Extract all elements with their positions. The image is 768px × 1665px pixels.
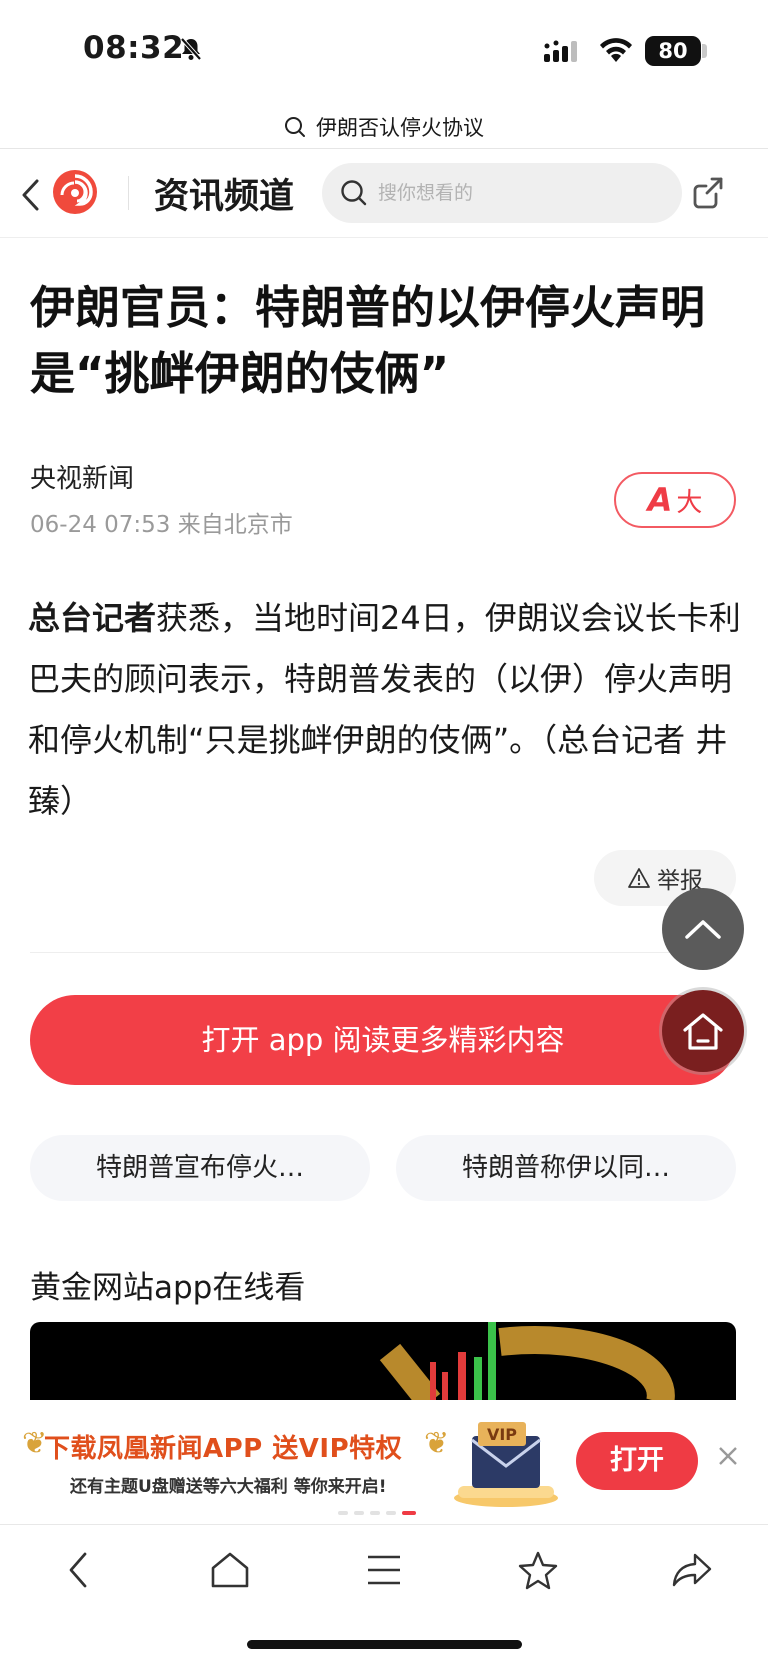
search-icon [341, 180, 367, 206]
chevron-up-icon [685, 920, 721, 939]
warning-icon [628, 868, 650, 888]
search-box[interactable] [322, 163, 682, 223]
font-size-button[interactable]: A 大 [614, 472, 736, 528]
vip-badge-text: VIP [487, 1425, 517, 1444]
vip-envelope-icon: VIP [450, 1418, 562, 1508]
share-icon[interactable] [690, 174, 728, 216]
open-app-button[interactable]: 打开 app 阅读更多精彩内容 [30, 995, 736, 1085]
carousel-dot [370, 1511, 380, 1515]
divider [0, 237, 768, 238]
scroll-to-top-button[interactable] [662, 888, 744, 970]
article-body: 总台记者获悉，当地时间24日，伊朗议会议长卡利巴夫的顾问表示，特朗普发表的（以伊… [28, 588, 744, 832]
carousel-dot [338, 1511, 348, 1515]
bell-muted-icon [178, 36, 204, 66]
related-tag[interactable]: 特朗普称伊以同… [396, 1135, 736, 1201]
status-time: 08:32 [83, 30, 185, 66]
section-title: 黄金网站app在线看 [30, 1270, 306, 1306]
carousel-dot [354, 1511, 364, 1515]
divider [30, 952, 736, 953]
battery-icon: 80 [645, 36, 701, 66]
battery-tip [702, 44, 707, 58]
back-arrow-icon[interactable] [20, 178, 42, 216]
phoenix-logo[interactable] [52, 169, 98, 215]
browser-menu-icon[interactable] [354, 1542, 414, 1598]
carousel-dots [338, 1511, 416, 1515]
home-icon [683, 1013, 723, 1050]
search-icon [285, 117, 305, 137]
carousel-dot [386, 1511, 396, 1515]
search-input[interactable] [376, 181, 670, 205]
favorite-star-icon[interactable] [508, 1542, 568, 1598]
font-size-label: 大 [676, 487, 703, 518]
url-text: 伊朗否认停火协议 [316, 116, 484, 140]
font-size-a-icon: A [647, 481, 673, 519]
article-meta: 06-24 07:53 来自北京市 [30, 512, 293, 538]
related-tag[interactable]: 特朗普宣布停火… [30, 1135, 370, 1201]
home-float-button[interactable] [662, 990, 744, 1072]
article-source[interactable]: 央视新闻 [30, 458, 134, 495]
channel-title: 资讯频道 [154, 177, 295, 217]
home-indicator[interactable] [247, 1640, 522, 1649]
laurel-right-icon: ❦ [424, 1426, 450, 1461]
wifi-icon [598, 36, 634, 68]
article-lead: 总台记者 [28, 599, 157, 637]
article-title: 伊朗官员：特朗普的以伊停火声明是“挑衅伊朗的伎俩” [30, 281, 706, 400]
browser-home-icon[interactable] [200, 1542, 260, 1598]
video-thumbnail[interactable] [30, 1322, 736, 1402]
close-icon[interactable] [716, 1444, 740, 1472]
url-bar[interactable]: 伊朗否认停火协议 [0, 104, 768, 148]
browser-back-icon[interactable] [48, 1542, 108, 1598]
promo-subtitle: 还有主题U盘赠送等六大福利 等你来开启! [70, 1477, 387, 1497]
browser-share-icon[interactable] [662, 1542, 722, 1598]
carousel-dot-active [402, 1511, 416, 1515]
header-separator [128, 176, 129, 210]
cellular-signal-icon [544, 40, 584, 68]
promo-title: 下载凤凰新闻APP 送VIP特权 [44, 1434, 403, 1464]
promo-open-button[interactable]: 打开 [576, 1432, 698, 1490]
